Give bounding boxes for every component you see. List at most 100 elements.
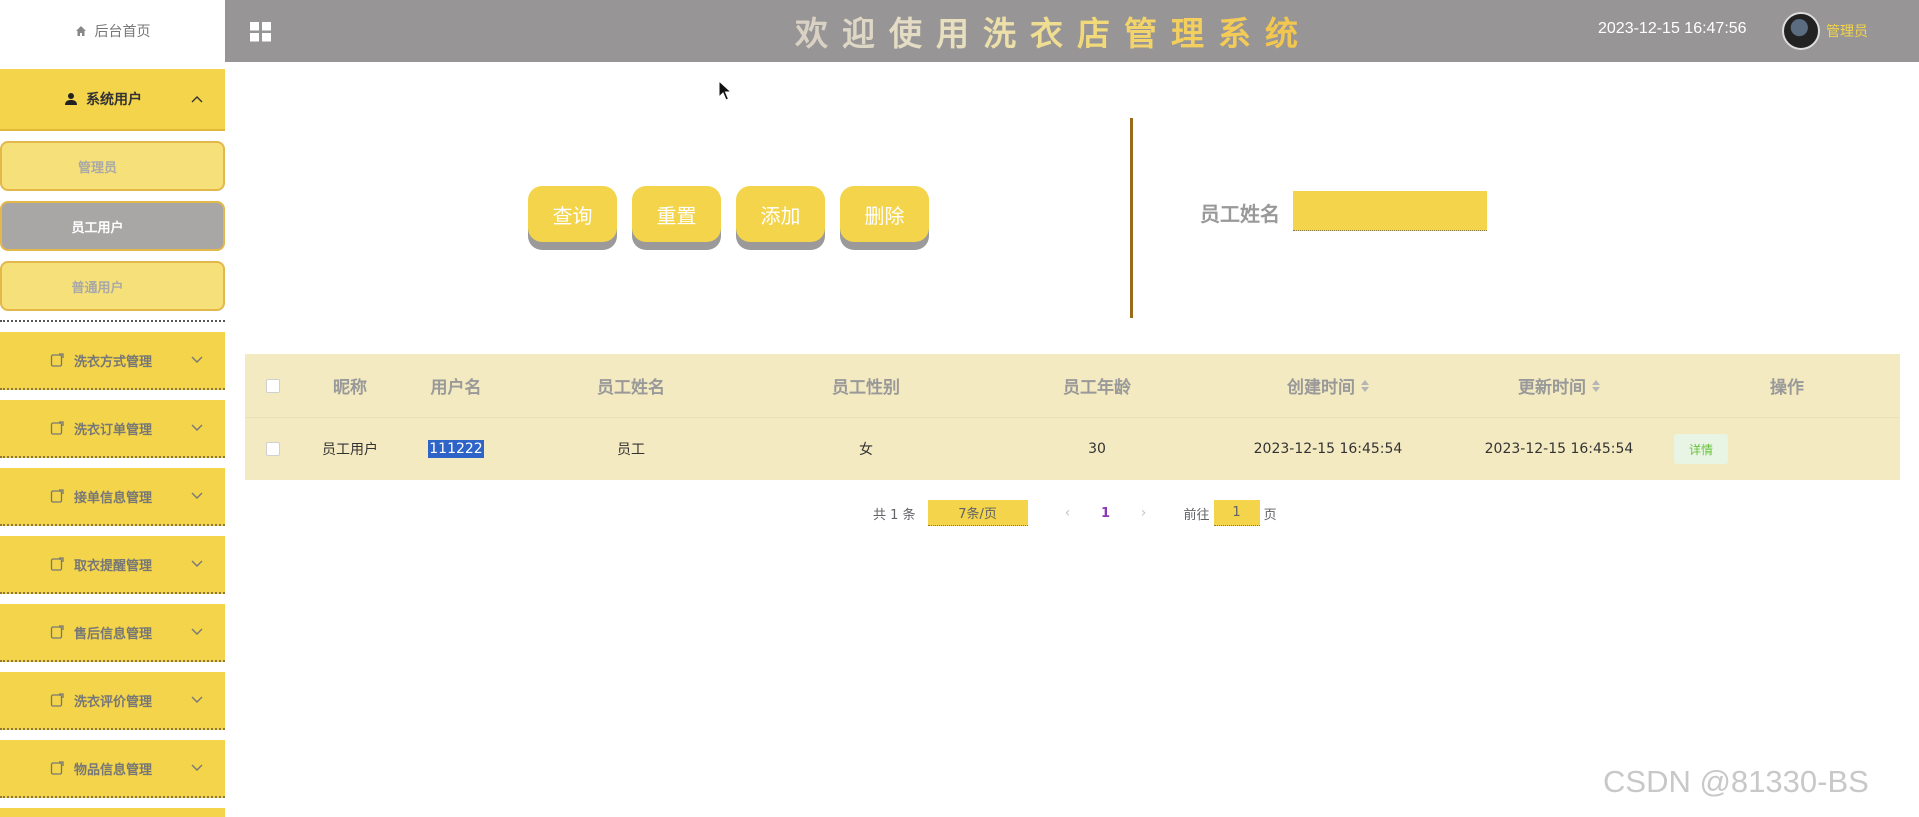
sidebar-home-link[interactable]: 后台首页 bbox=[0, 0, 225, 61]
user-icon bbox=[65, 93, 77, 105]
sidebar-item-staff-users[interactable]: 员工用户 bbox=[0, 201, 225, 251]
pagination-total: 共 1 条 bbox=[873, 507, 916, 523]
title-char: 店 bbox=[1077, 14, 1124, 53]
avatar[interactable] bbox=[1782, 12, 1820, 50]
select-all-cell bbox=[245, 378, 300, 393]
app-root: 后台首页 系统用户 管理员 员工用户 普通用户 洗衣方式管理 洗衣订单管理 接单… bbox=[0, 0, 1919, 817]
sidebar-divider bbox=[0, 320, 225, 322]
staff-name-input[interactable] bbox=[1293, 191, 1487, 231]
sidebar-item-normal-users[interactable]: 普通用户 bbox=[0, 261, 225, 311]
staff-table: 昵称 用户名 员工姓名 员工性别 员工年龄 创建时间 更新时间 操作 员工用户 … bbox=[245, 354, 1900, 480]
staff-name-label: 员工姓名 bbox=[1200, 202, 1280, 226]
cell-nickname: 员工用户 bbox=[322, 442, 378, 458]
cell-updated: 2023-12-15 16:45:54 bbox=[1484, 441, 1634, 457]
next-page-icon[interactable]: › bbox=[1124, 505, 1164, 521]
cell-actions: 详情 bbox=[1674, 434, 1900, 464]
title-char: 迎 bbox=[842, 14, 889, 53]
sidebar-group-label: 取衣提醒管理 bbox=[74, 558, 153, 574]
chevron-down-icon bbox=[191, 696, 203, 703]
select-all-checkbox[interactable] bbox=[265, 378, 280, 393]
detail-button[interactable]: 详情 bbox=[1674, 434, 1728, 464]
pagination: 共 1 条 7条/页 ‹ 1 › 前往 1 页 bbox=[873, 500, 1277, 526]
page-number[interactable]: 1 bbox=[1088, 506, 1124, 521]
chevron-down-icon bbox=[191, 492, 203, 499]
sidebar-item-admin[interactable]: 管理员 bbox=[0, 141, 225, 191]
chevron-down-icon bbox=[191, 560, 203, 567]
cell-staff-name: 员工 bbox=[617, 442, 645, 458]
search-divider bbox=[1130, 118, 1133, 318]
document-icon bbox=[50, 489, 64, 503]
sidebar-group-partial[interactable] bbox=[0, 808, 225, 817]
chevron-up-icon bbox=[191, 96, 203, 103]
sidebar-group-label: 售后信息管理 bbox=[74, 626, 153, 642]
sidebar-group-label: 洗衣评价管理 bbox=[74, 694, 153, 710]
sidebar-group-label: 物品信息管理 bbox=[74, 762, 153, 778]
prev-page-icon[interactable]: ‹ bbox=[1048, 505, 1088, 521]
column-header-label: 更新时间 bbox=[1518, 378, 1586, 398]
chevron-down-icon bbox=[191, 424, 203, 431]
sidebar-group-label: 系统用户 bbox=[86, 92, 142, 108]
chevron-down-icon bbox=[191, 764, 203, 771]
sidebar-group-pickup-reminder[interactable]: 取衣提醒管理 bbox=[0, 536, 225, 594]
goto-label: 前往 bbox=[1183, 507, 1210, 523]
selected-text: 111222 bbox=[428, 440, 484, 458]
cell-age: 30 bbox=[1088, 441, 1106, 457]
sidebar-item-label: 普通用户 bbox=[71, 280, 124, 296]
column-header-staff-name: 员工姓名 bbox=[597, 378, 665, 398]
home-icon bbox=[75, 25, 86, 36]
sort-icon[interactable] bbox=[1592, 379, 1600, 393]
sidebar-group-label: 接单信息管理 bbox=[74, 490, 153, 506]
sidebar-group-after-sales[interactable]: 售后信息管理 bbox=[0, 604, 225, 662]
page-title: 欢迎使用洗衣店管理系统 bbox=[795, 10, 1312, 53]
sidebar-group-wash-reviews[interactable]: 洗衣评价管理 bbox=[0, 672, 225, 730]
add-button[interactable]: 添加 bbox=[736, 186, 825, 242]
title-char: 使 bbox=[889, 14, 936, 53]
column-header-updated[interactable]: 更新时间 bbox=[1444, 373, 1674, 398]
sidebar-group-wash-method[interactable]: 洗衣方式管理 bbox=[0, 332, 225, 390]
user-name[interactable]: 管理员 bbox=[1826, 21, 1868, 41]
title-char: 洗 bbox=[983, 14, 1030, 53]
title-char: 欢 bbox=[795, 14, 842, 53]
column-header-created[interactable]: 创建时间 bbox=[1212, 373, 1444, 398]
sort-icon[interactable] bbox=[1361, 379, 1369, 393]
sidebar-group-item-info[interactable]: 物品信息管理 bbox=[0, 740, 225, 798]
title-char: 衣 bbox=[1030, 14, 1077, 53]
sidebar-group-order-accept[interactable]: 接单信息管理 bbox=[0, 468, 225, 526]
title-char: 系 bbox=[1218, 14, 1265, 53]
reset-button[interactable]: 重置 bbox=[632, 186, 721, 242]
page-size-select[interactable]: 7条/页 bbox=[927, 500, 1028, 526]
document-icon bbox=[50, 421, 64, 435]
grid-menu-icon[interactable] bbox=[249, 21, 273, 43]
column-header-label: 创建时间 bbox=[1287, 378, 1355, 398]
top-header: 欢迎使用洗衣店管理系统 2023-12-15 16:47:56 管理员 bbox=[225, 0, 1919, 62]
query-button[interactable]: 查询 bbox=[528, 186, 617, 242]
title-char: 用 bbox=[936, 14, 983, 53]
delete-button[interactable]: 删除 bbox=[840, 186, 929, 242]
sidebar-group-label: 洗衣方式管理 bbox=[74, 354, 153, 370]
column-header-gender: 员工性别 bbox=[832, 378, 900, 398]
cell-gender: 女 bbox=[859, 442, 873, 458]
column-header-username: 用户名 bbox=[430, 378, 482, 398]
table-row: 员工用户 111222 员工 女 30 2023-12-15 16:45:54 … bbox=[245, 417, 1900, 480]
mouse-cursor-icon bbox=[718, 80, 732, 101]
sidebar-group-wash-orders[interactable]: 洗衣订单管理 bbox=[0, 400, 225, 458]
cell-created: 2023-12-15 16:45:54 bbox=[1253, 441, 1403, 457]
document-icon bbox=[50, 625, 64, 639]
table-header: 昵称 用户名 员工姓名 员工性别 员工年龄 创建时间 更新时间 操作 bbox=[245, 354, 1900, 417]
row-select-cell bbox=[245, 442, 300, 456]
user-menu[interactable]: 管理员 bbox=[1782, 12, 1868, 50]
row-checkbox[interactable] bbox=[265, 442, 280, 456]
sidebar-item-label: 员工用户 bbox=[71, 220, 124, 236]
column-header-age: 员工年龄 bbox=[1063, 378, 1131, 398]
title-char: 统 bbox=[1265, 14, 1312, 53]
cell-username: 111222 bbox=[400, 440, 512, 458]
column-header-actions: 操作 bbox=[1770, 378, 1804, 398]
sidebar: 后台首页 系统用户 管理员 员工用户 普通用户 洗衣方式管理 洗衣订单管理 接单… bbox=[0, 0, 225, 817]
goto-page-input[interactable]: 1 bbox=[1213, 500, 1260, 526]
sidebar-item-label: 管理员 bbox=[77, 160, 117, 176]
sidebar-group-system-users[interactable]: 系统用户 bbox=[0, 69, 225, 131]
title-char: 理 bbox=[1171, 14, 1218, 53]
column-header-nickname: 昵称 bbox=[333, 378, 367, 398]
sidebar-group-label: 洗衣订单管理 bbox=[74, 422, 153, 438]
header-datetime: 2023-12-15 16:47:56 bbox=[1598, 20, 1747, 37]
